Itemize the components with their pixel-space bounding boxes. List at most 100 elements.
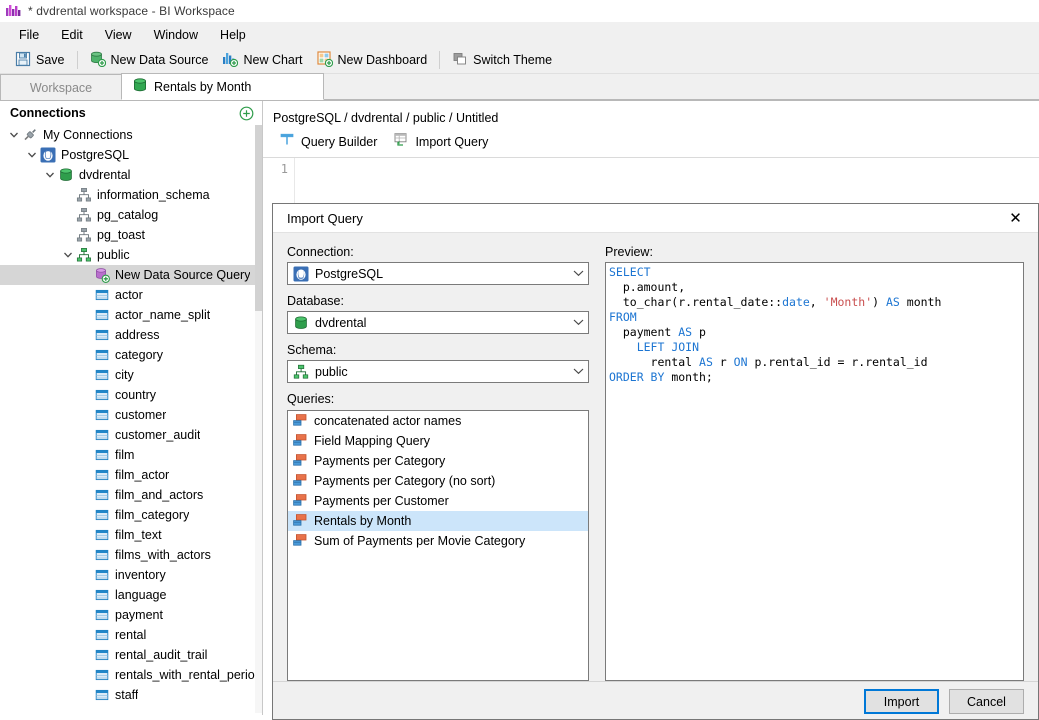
- tree-item-film-and-actors[interactable]: film_and_actors: [0, 485, 262, 505]
- chevron-down-icon: [568, 317, 588, 329]
- tree-item-films-with-actors[interactable]: films_with_actors: [0, 545, 262, 565]
- import-button[interactable]: Import: [864, 689, 939, 714]
- menu-view[interactable]: View: [94, 25, 143, 45]
- database-icon: [293, 315, 309, 331]
- tree-item-language[interactable]: language: [0, 585, 262, 605]
- table-icon: [94, 407, 110, 423]
- tree-item-actor-name-split[interactable]: actor_name_split: [0, 305, 262, 325]
- table-icon: [94, 347, 110, 363]
- table-icon: [94, 307, 110, 323]
- tree-item-inventory[interactable]: inventory: [0, 565, 262, 585]
- tree-item-label: dvdrental: [79, 168, 131, 182]
- tree-item-city[interactable]: city: [0, 365, 262, 385]
- tree-item-information-schema[interactable]: information_schema: [0, 185, 262, 205]
- tree-item-label: inventory: [115, 568, 166, 582]
- tab-rentals-by-month[interactable]: Rentals by Month: [121, 73, 324, 100]
- save-button[interactable]: Save: [8, 49, 72, 72]
- connection-select[interactable]: PostgreSQL: [287, 262, 589, 285]
- tree-item-staff[interactable]: staff: [0, 685, 262, 705]
- tree-item-customer-audit[interactable]: customer_audit: [0, 425, 262, 445]
- query-list-item[interactable]: Payments per Customer: [288, 491, 588, 511]
- new-data-source-button[interactable]: New Data Source: [83, 49, 216, 72]
- sidebar-scrollbar[interactable]: [255, 125, 262, 713]
- new-dashboard-button[interactable]: New Dashboard: [310, 49, 435, 72]
- query-list-item[interactable]: Sum of Payments per Movie Category: [288, 531, 588, 551]
- tree-item-new-data-source-query[interactable]: New Data Source Query: [0, 265, 262, 285]
- tree-item-pg-toast[interactable]: pg_toast: [0, 225, 262, 245]
- tree-item-film-text[interactable]: film_text: [0, 525, 262, 545]
- table-icon: [94, 607, 110, 623]
- switch-theme-button[interactable]: Switch Theme: [445, 49, 559, 72]
- import-query-button[interactable]: Import Query: [387, 130, 494, 153]
- tree-item-country[interactable]: country: [0, 385, 262, 405]
- application-window: * dvdrental workspace - BI Workspace Fil…: [0, 0, 1039, 720]
- tree-item-label: payment: [115, 608, 163, 622]
- chevron-down-icon[interactable]: [26, 149, 38, 161]
- menu-help[interactable]: Help: [209, 25, 257, 45]
- query-list-item-label: concatenated actor names: [314, 414, 462, 428]
- table-icon: [94, 327, 110, 343]
- tree-item-rentals-with-rental-period[interactable]: rentals_with_rental_period: [0, 665, 262, 685]
- tree-item-payment[interactable]: payment: [0, 605, 262, 625]
- queries-label: Queries:: [287, 392, 335, 406]
- menu-edit[interactable]: Edit: [50, 25, 94, 45]
- tree-item-label: film_actor: [115, 468, 170, 482]
- window-titlebar: * dvdrental workspace - BI Workspace: [0, 0, 1039, 22]
- tree-item-rental[interactable]: rental: [0, 625, 262, 645]
- table-icon: [94, 507, 110, 523]
- query-list-item[interactable]: Payments per Category (no sort): [288, 471, 588, 491]
- chevron-down-icon[interactable]: [62, 249, 74, 261]
- query-list-item-label: Sum of Payments per Movie Category: [314, 534, 526, 548]
- database-select[interactable]: dvdrental: [287, 311, 589, 334]
- new-chart-button[interactable]: New Chart: [215, 49, 309, 72]
- menu-window[interactable]: Window: [143, 25, 209, 45]
- new-data-source-icon: [90, 51, 106, 70]
- tree-item-customer[interactable]: customer: [0, 405, 262, 425]
- tree-item-film[interactable]: film: [0, 445, 262, 465]
- query-list-item[interactable]: Field Mapping Query: [288, 431, 588, 451]
- close-icon[interactable]: ✕: [993, 204, 1038, 232]
- tree-item-public[interactable]: public: [0, 245, 262, 265]
- chevron-down-icon[interactable]: [44, 169, 56, 181]
- sidebar-scrollbar-thumb[interactable]: [255, 125, 262, 311]
- schema-icon: [76, 207, 92, 223]
- queries-list[interactable]: concatenated actor names Field Mapping Qu…: [287, 410, 589, 681]
- schema-icon: [76, 187, 92, 203]
- tab-workspace[interactable]: Workspace: [0, 74, 122, 100]
- tree-item-pg-catalog[interactable]: pg_catalog: [0, 205, 262, 225]
- tree-item-postgresql[interactable]: PostgreSQL: [0, 145, 262, 165]
- table-icon: [94, 547, 110, 563]
- tree-item-address[interactable]: address: [0, 325, 262, 345]
- tree-item-dvdrental[interactable]: dvdrental: [0, 165, 262, 185]
- tree-item-category[interactable]: category: [0, 345, 262, 365]
- query-list-item[interactable]: concatenated actor names: [288, 411, 588, 431]
- new-dashboard-icon: [316, 50, 333, 70]
- connections-tree[interactable]: My Connections PostgreSQL dvdrental informa…: [0, 125, 262, 713]
- query-list-item[interactable]: Payments per Category: [288, 451, 588, 471]
- query-list-item-label: Payments per Category: [314, 454, 446, 468]
- query-list-item[interactable]: Rentals by Month: [288, 511, 588, 531]
- table-icon: [94, 467, 110, 483]
- query-builder-button[interactable]: Query Builder: [273, 130, 383, 153]
- schema-select[interactable]: public: [287, 360, 589, 383]
- schema-green-icon: [293, 364, 309, 380]
- tree-item-my-connections[interactable]: My Connections: [0, 125, 262, 145]
- tree-item-rental-audit-trail[interactable]: rental_audit_trail: [0, 645, 262, 665]
- tree-item-label: pg_toast: [97, 228, 145, 242]
- menu-file[interactable]: File: [8, 25, 50, 45]
- tree-item-film-actor[interactable]: film_actor: [0, 465, 262, 485]
- table-icon: [94, 527, 110, 543]
- new-chart-icon: [222, 51, 239, 70]
- cancel-button[interactable]: Cancel: [949, 689, 1024, 714]
- database-value: dvdrental: [315, 315, 367, 330]
- plus-circle-icon[interactable]: [239, 106, 254, 121]
- tab-workspace-label: Workspace: [29, 80, 93, 95]
- new-chart-label: New Chart: [243, 53, 303, 67]
- toolbar-separator-1: [76, 51, 78, 69]
- tree-item-actor[interactable]: actor: [0, 285, 262, 305]
- tree-item-film-category[interactable]: film_category: [0, 505, 262, 525]
- chevron-down-icon[interactable]: [8, 129, 20, 141]
